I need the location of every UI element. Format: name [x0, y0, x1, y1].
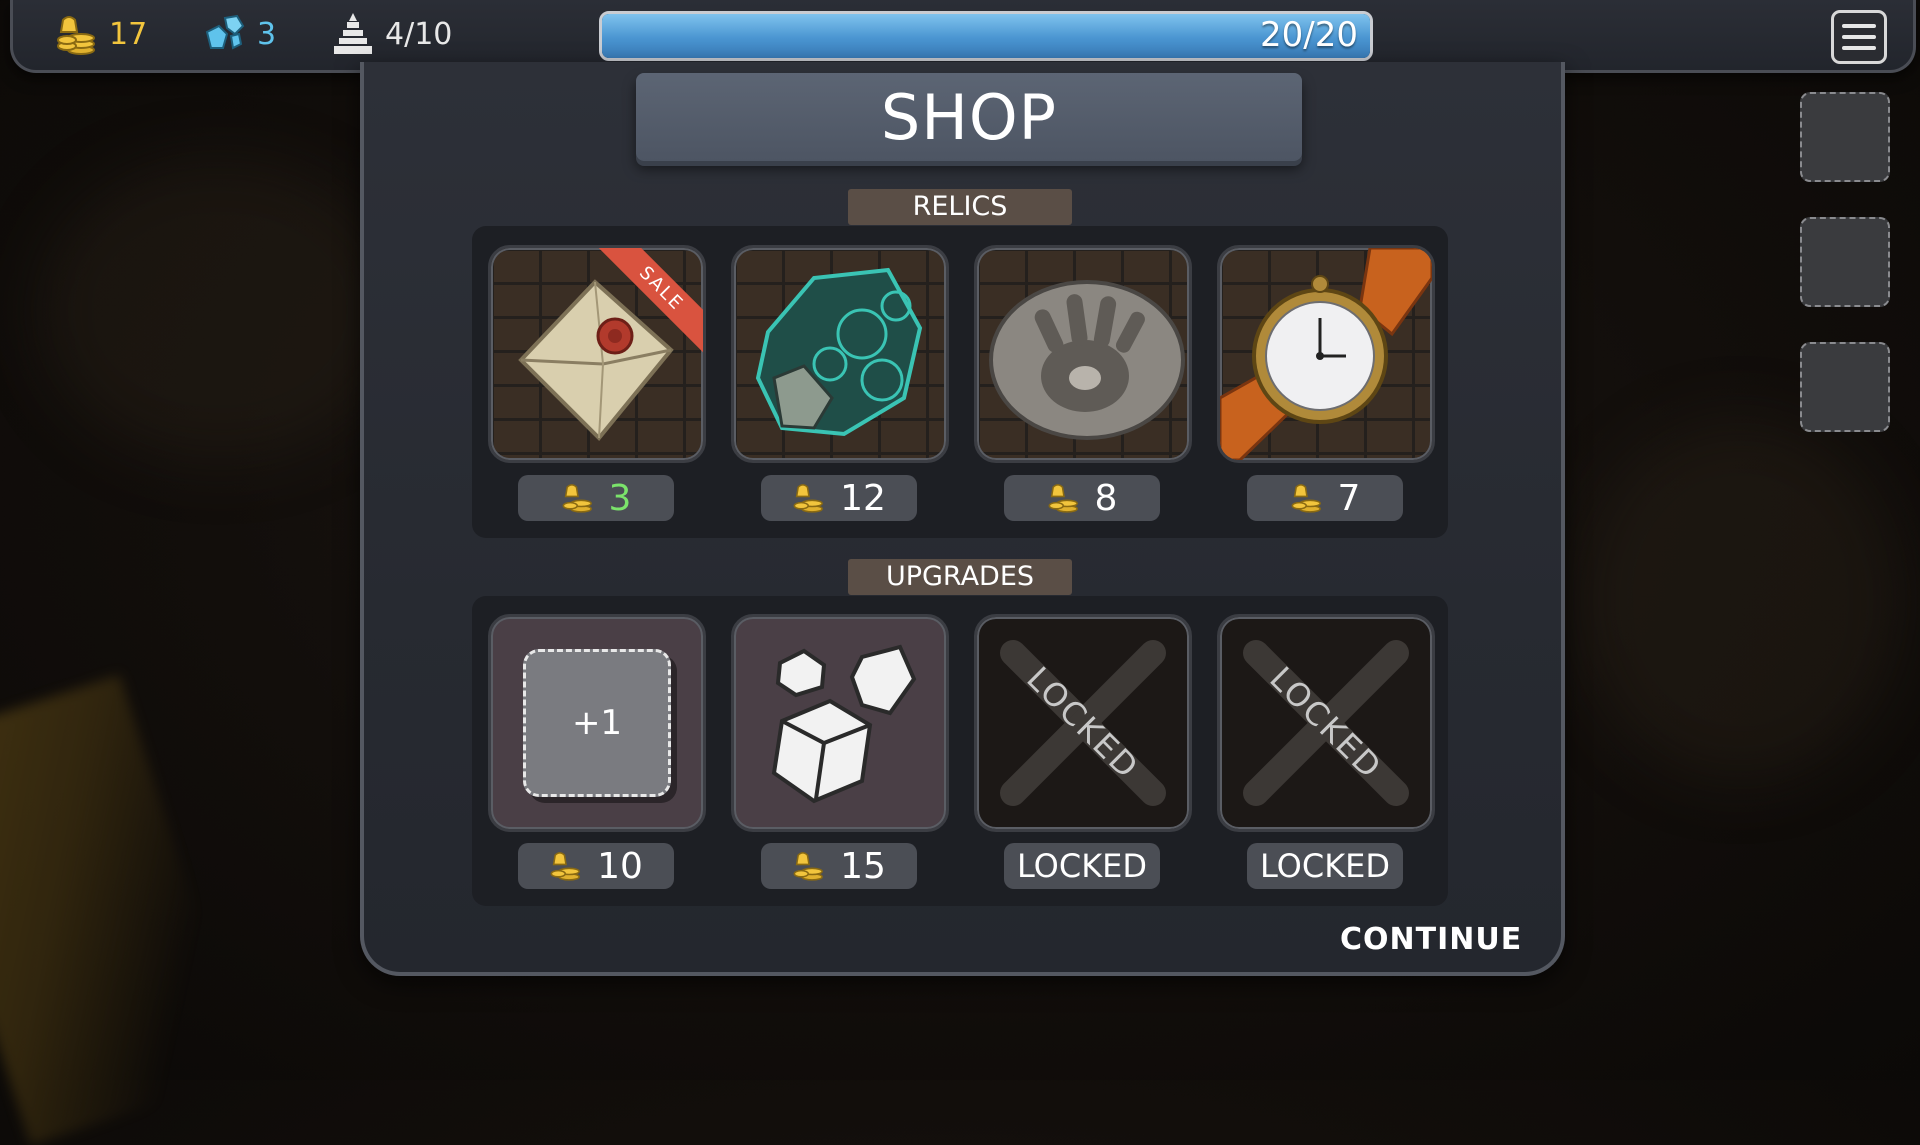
relic-price-green-stone: 12	[761, 475, 917, 521]
gold-coins-icon	[550, 852, 581, 881]
gems-icon	[205, 14, 245, 50]
price-value: 3	[608, 477, 632, 519]
relic-price-wristwatch: 7	[1247, 475, 1403, 521]
health-bar-fill	[602, 14, 1370, 58]
relics-label: RELICS	[848, 189, 1072, 225]
background-shadow	[40, 160, 400, 460]
upgrade-price-dice: 15	[761, 843, 917, 889]
upgrade-price-extra-slot: 10	[518, 843, 674, 889]
price-value: 12	[840, 477, 886, 519]
upgrades-label: UPGRADES	[848, 559, 1072, 595]
green-stone-icon	[755, 267, 923, 437]
gold-counter: 17	[55, 12, 147, 56]
tower-icon	[334, 13, 372, 54]
relic-slot-2[interactable]	[1800, 217, 1890, 307]
health-text: 20/20	[1260, 15, 1358, 55]
gold-coins-icon	[57, 16, 95, 55]
price-value: 15	[840, 845, 886, 887]
menu-icon-line	[1842, 35, 1876, 39]
menu-icon-line	[1842, 46, 1876, 50]
menu-button[interactable]	[1831, 10, 1887, 64]
upgrade-price-locked-1: LOCKED	[1004, 843, 1160, 889]
gold-amount: 17	[109, 16, 148, 52]
wristwatch-icon	[1220, 248, 1432, 460]
upgrade-card-extra-slot[interactable]: +1	[488, 614, 706, 832]
gem-counter: 3	[203, 12, 276, 56]
gold-coins-icon	[1291, 484, 1321, 513]
upgrade-card-locked-2: LOCKED	[1217, 614, 1435, 832]
shop-title: SHOP	[636, 73, 1302, 161]
relic-price-handprint-stone: 8	[1004, 475, 1160, 521]
gold-coins-icon	[793, 852, 824, 881]
health-bar: 20/20	[599, 11, 1373, 61]
continue-button[interactable]: CONTINUE	[1340, 920, 1521, 960]
relic-slot-1[interactable]	[1800, 92, 1890, 182]
upgrade-card-locked-1: LOCKED	[974, 614, 1192, 832]
price-value: 8	[1094, 477, 1118, 519]
menu-icon-line	[1842, 24, 1876, 28]
upgrade-card-dice[interactable]	[731, 614, 949, 832]
price-value: 7	[1337, 477, 1361, 519]
gold-coins-icon	[562, 484, 592, 513]
relic-card-envelope[interactable]: SALE	[488, 245, 706, 463]
background-ochre-shape	[0, 674, 250, 1145]
relic-card-wristwatch[interactable]	[1217, 245, 1435, 463]
handprint-stone-icon	[989, 280, 1185, 440]
relic-price-envelope: 3	[518, 475, 674, 521]
background-shadow	[1580, 420, 1900, 780]
extra-slot-icon: +1	[523, 649, 671, 797]
relic-slot-3[interactable]	[1800, 342, 1890, 432]
gem-amount: 3	[257, 16, 277, 52]
floor-counter: 4/10	[331, 12, 452, 56]
gold-coins-icon	[793, 484, 824, 513]
gold-coins-icon	[1048, 484, 1078, 513]
relic-card-green-stone[interactable]	[731, 245, 949, 463]
floor-progress: 4/10	[385, 16, 453, 52]
dice-icon	[771, 644, 917, 804]
price-value: 10	[597, 845, 643, 887]
relic-card-handprint-stone[interactable]	[974, 245, 1192, 463]
upgrade-price-locked-2: LOCKED	[1247, 843, 1403, 889]
